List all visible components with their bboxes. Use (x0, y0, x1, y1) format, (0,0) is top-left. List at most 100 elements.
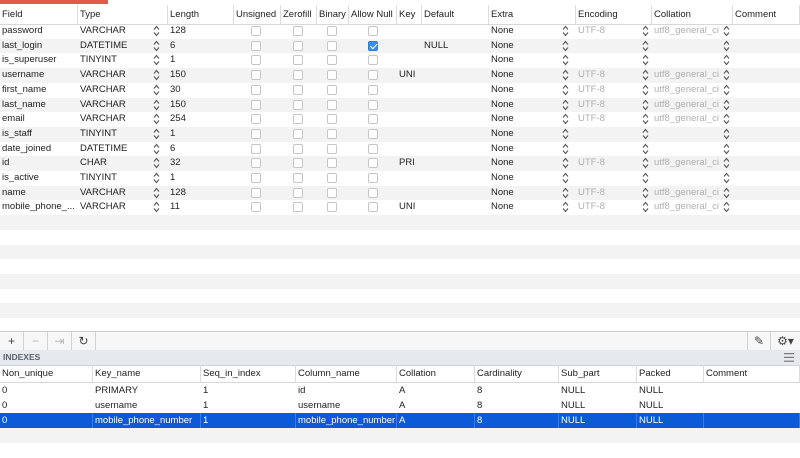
allow-null-checkbox[interactable] (368, 40, 378, 51)
key-cell[interactable] (397, 127, 422, 142)
encoding-cell[interactable]: UTF-8 (576, 24, 640, 39)
encoding-cell[interactable] (576, 39, 640, 54)
allow-null-checkbox[interactable] (368, 187, 378, 198)
zerofill-checkbox[interactable] (293, 40, 303, 51)
length-cell[interactable]: 128 (168, 24, 234, 39)
zerofill-checkbox[interactable] (293, 84, 303, 95)
default-cell[interactable] (422, 53, 489, 68)
encoding-select-stepper[interactable] (641, 128, 649, 141)
comment-cell[interactable] (733, 83, 800, 98)
extra-cell[interactable]: None (489, 98, 561, 113)
index-header-cardinality[interactable]: Cardinality (475, 366, 559, 382)
comment-cell[interactable] (733, 39, 800, 54)
field-row[interactable]: id CHAR 32 PRI None UTF-8 utf8_general_ci (0, 156, 800, 171)
extra-cell[interactable]: None (489, 39, 561, 54)
column-header-extra[interactable]: Extra (489, 5, 576, 24)
type-select-stepper[interactable] (152, 143, 160, 156)
field-row[interactable]: last_login DATETIME 6 NULL None (0, 38, 800, 54)
type-select-stepper[interactable] (152, 187, 160, 200)
allow-null-checkbox[interactable] (368, 70, 378, 81)
encoding-cell[interactable]: UTF-8 (576, 112, 640, 127)
extra-cell[interactable]: None (489, 186, 561, 201)
encoding-select-stepper[interactable] (641, 113, 649, 126)
field-row[interactable]: email VARCHAR 254 None UTF-8 utf8_general_ci (0, 112, 800, 127)
type-cell[interactable]: VARCHAR (78, 200, 153, 215)
collation-cell[interactable]: utf8_general_ci (652, 186, 724, 201)
default-cell[interactable] (422, 200, 489, 215)
default-cell[interactable] (422, 156, 489, 171)
index-header-comment[interactable]: Comment (704, 366, 800, 382)
type-select-stepper[interactable] (152, 113, 160, 126)
index-header-key-name[interactable]: Key_name (93, 366, 201, 382)
field-name-cell[interactable]: is_active (0, 171, 78, 186)
column-header-field[interactable]: Field (0, 5, 78, 24)
zerofill-checkbox[interactable] (293, 143, 303, 154)
type-cell[interactable]: VARCHAR (78, 112, 153, 127)
unsigned-checkbox[interactable] (251, 114, 261, 125)
encoding-cell[interactable] (576, 171, 640, 186)
collation-select-stepper[interactable] (722, 201, 730, 214)
collation-cell[interactable] (652, 142, 724, 157)
zerofill-checkbox[interactable] (293, 55, 303, 66)
length-cell[interactable]: 32 (168, 156, 234, 171)
binary-checkbox[interactable] (327, 143, 337, 154)
length-cell[interactable]: 1 (168, 53, 234, 68)
zerofill-checkbox[interactable] (293, 202, 303, 213)
comment-cell[interactable] (733, 24, 800, 39)
type-select-stepper[interactable] (152, 69, 160, 82)
default-cell[interactable] (422, 24, 489, 39)
type-select-stepper[interactable] (152, 54, 160, 67)
field-row[interactable]: is_staff TINYINT 1 None (0, 126, 800, 142)
default-cell[interactable] (422, 98, 489, 113)
extra-select-stepper[interactable] (561, 25, 569, 38)
extra-cell[interactable]: None (489, 68, 561, 83)
zerofill-checkbox[interactable] (293, 26, 303, 36)
length-cell[interactable]: 254 (168, 112, 234, 127)
default-cell[interactable] (422, 68, 489, 83)
binary-checkbox[interactable] (327, 128, 337, 139)
collation-select-stepper[interactable] (722, 99, 730, 112)
allow-null-checkbox[interactable] (368, 202, 378, 213)
type-cell[interactable]: TINYINT (78, 171, 153, 186)
collation-select-stepper[interactable] (722, 157, 730, 170)
collation-cell[interactable]: utf8_general_ci (652, 112, 724, 127)
collation-cell[interactable] (652, 53, 724, 68)
type-cell[interactable]: VARCHAR (78, 24, 153, 39)
extra-select-stepper[interactable] (561, 84, 569, 97)
encoding-cell[interactable] (576, 127, 640, 142)
collation-cell[interactable]: utf8_general_ci (652, 200, 724, 215)
extra-select-stepper[interactable] (561, 201, 569, 214)
add-field-button[interactable]: + (0, 332, 24, 350)
collation-cell[interactable]: utf8_general_ci (652, 68, 724, 83)
index-row[interactable]: 0 PRIMARY 1 id A 8 NULL NULL (0, 383, 800, 398)
column-header-allow-null[interactable]: Allow Null (349, 5, 397, 24)
column-header-unsigned[interactable]: Unsigned (234, 5, 281, 24)
field-name-cell[interactable]: username (0, 68, 78, 83)
extra-select-stepper[interactable] (561, 128, 569, 141)
length-cell[interactable]: 6 (168, 39, 234, 54)
extra-select-stepper[interactable] (561, 69, 569, 82)
field-name-cell[interactable]: is_staff (0, 127, 78, 142)
collation-select-stepper[interactable] (722, 84, 730, 97)
encoding-select-stepper[interactable] (641, 54, 649, 67)
field-name-cell[interactable]: date_joined (0, 142, 78, 157)
type-cell[interactable]: VARCHAR (78, 83, 153, 98)
field-name-cell[interactable]: last_name (0, 98, 78, 113)
type-select-stepper[interactable] (152, 84, 160, 97)
binary-checkbox[interactable] (327, 84, 337, 95)
index-header-collation[interactable]: Collation (397, 366, 475, 382)
unsigned-checkbox[interactable] (251, 26, 261, 36)
collation-cell[interactable] (652, 171, 724, 186)
collation-select-stepper[interactable] (722, 54, 730, 67)
type-cell[interactable]: VARCHAR (78, 98, 153, 113)
extra-select-stepper[interactable] (561, 157, 569, 170)
key-cell[interactable] (397, 112, 422, 127)
unsigned-checkbox[interactable] (251, 40, 261, 51)
collation-cell[interactable]: utf8_general_ci (652, 156, 724, 171)
comment-cell[interactable] (733, 171, 800, 186)
binary-checkbox[interactable] (327, 187, 337, 198)
collation-cell[interactable]: utf8_general_ci (652, 24, 724, 39)
length-cell[interactable]: 128 (168, 186, 234, 201)
field-name-cell[interactable]: mobile_phone_... (0, 200, 78, 215)
encoding-cell[interactable]: UTF-8 (576, 186, 640, 201)
